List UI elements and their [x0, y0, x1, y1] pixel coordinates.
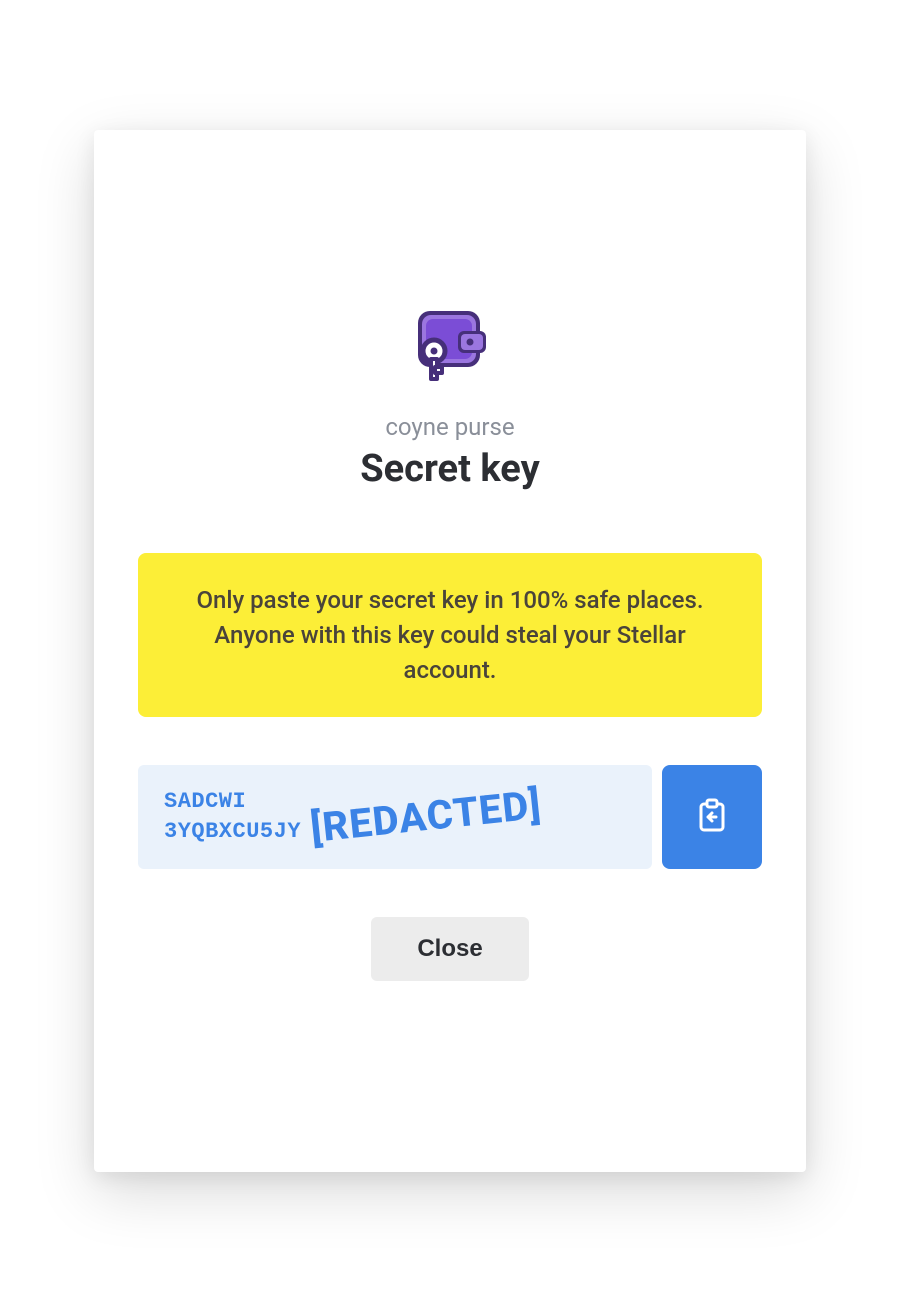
warning-text: Only paste your secret key in 100% safe … — [178, 583, 722, 687]
copy-to-clipboard-button[interactable] — [662, 765, 762, 868]
warning-banner: Only paste your secret key in 100% safe … — [138, 553, 762, 717]
secret-key-row: SADCWI 3YQBXCU5JY [REDACTED] — [138, 765, 762, 868]
page-title: Secret key — [360, 447, 539, 491]
close-button[interactable]: Close — [371, 917, 528, 981]
secret-key-display[interactable]: SADCWI 3YQBXCU5JY [REDACTED] — [138, 765, 652, 868]
secret-key-modal: coyne purse Secret key Only paste your s… — [94, 130, 806, 1172]
wallet-key-icon — [410, 305, 490, 385]
wallet-name-subtitle: coyne purse — [385, 413, 514, 441]
clipboard-paste-icon — [696, 798, 728, 837]
